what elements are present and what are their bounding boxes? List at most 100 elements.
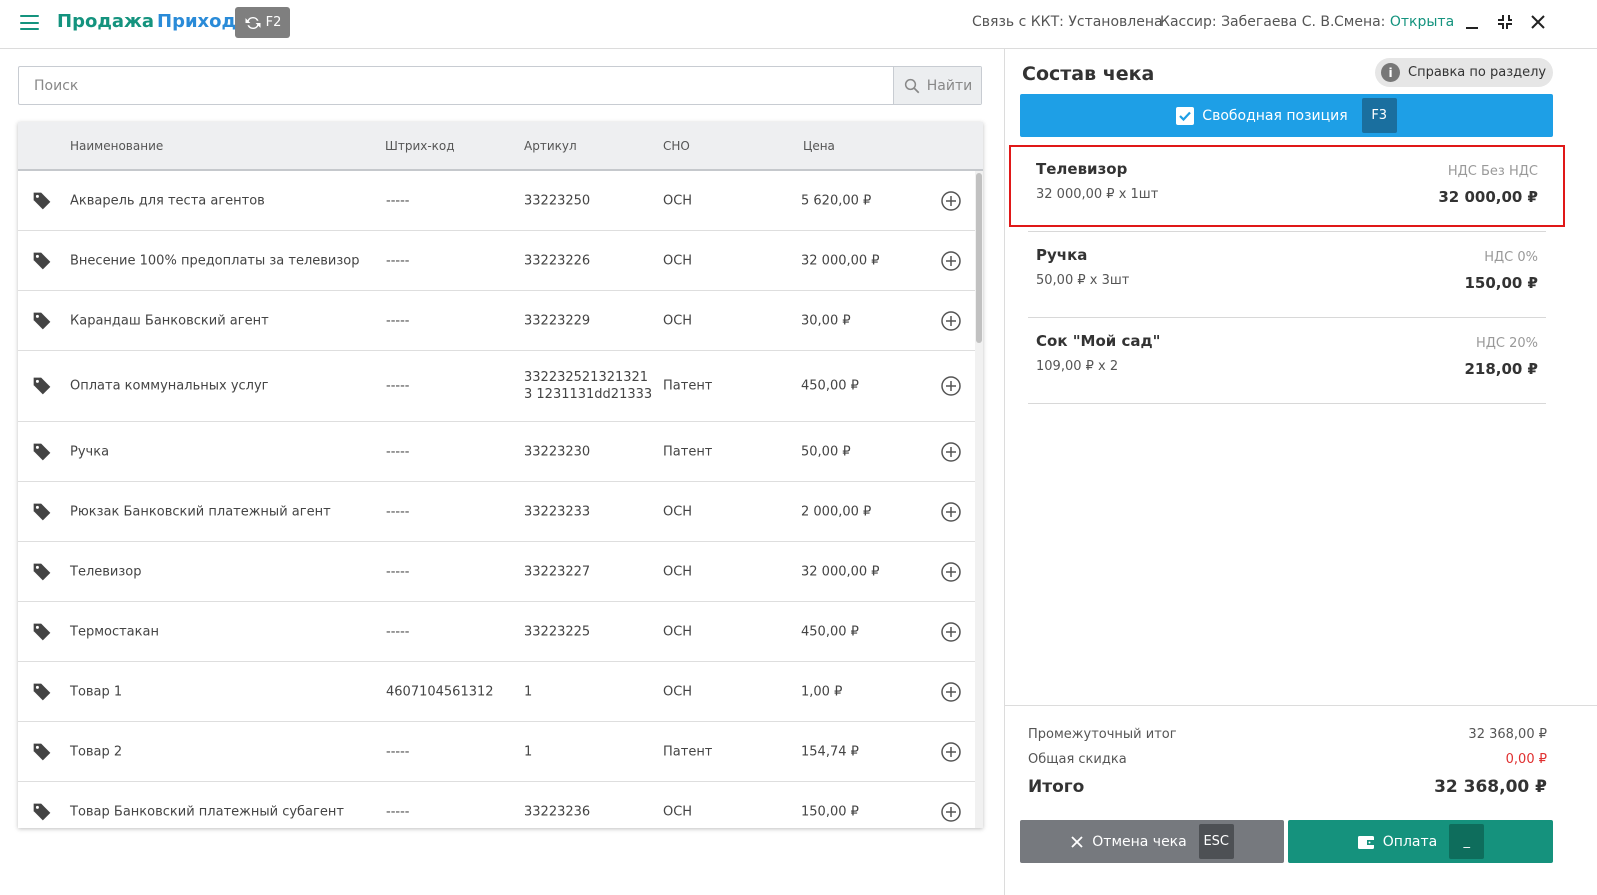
sync-key-label: F2 [265,15,282,30]
cell-article: 33223229 [524,313,591,328]
tag-icon [32,682,52,702]
column-header-article[interactable]: Артикул [524,139,577,153]
cell-barcode: ----- [386,253,410,268]
add-to-receipt-icon[interactable] [940,501,962,523]
receipt-item-name: Сок "Мой сад" [1036,332,1161,350]
receipt-totals: Промежуточный итог 32 368,00 ₽ Общая ски… [1005,705,1597,895]
cashier-name: Забегаева С. В. [1221,14,1335,30]
checkbox-icon [1176,106,1195,125]
cell-price: 450,00 ₽ [801,624,859,639]
cell-sno: ОСН [663,624,693,639]
cell-price: 50,00 ₽ [801,444,851,459]
table-row[interactable]: Телевизор ----- 33223227 ОСН 32 000,00 ₽ [18,542,976,602]
search-input[interactable] [19,67,895,104]
receipt-item-vat: НДС 0% [1484,250,1538,265]
exit-fullscreen-icon[interactable] [1494,11,1516,33]
add-to-receipt-icon[interactable] [940,681,962,703]
cell-name: Термостакан [70,624,159,639]
cell-name: Оплата коммунальных услуг [70,378,269,394]
search-button[interactable]: Найти [893,67,981,104]
cell-barcode: ----- [386,313,410,328]
cell-article: 33223225 [524,624,591,639]
kkt-value: Установлена [1068,14,1163,30]
column-header-name[interactable]: Наименование [70,139,163,153]
receipt-panel: Состав чека i Справка по разделу Свободн… [1004,49,1597,895]
cell-sno: ОСН [663,504,693,519]
table-row[interactable]: Рюкзак Банковский платежный агент ----- 33… [18,482,976,542]
receipt-item[interactable]: Ручка 50,00 ₽ x 3шт НДС 0% 150,00 ₽ [1028,232,1546,318]
cell-name: Акварель для теста агентов [70,193,265,208]
receipt-item[interactable]: Сок "Мой сад" 109,00 ₽ x 2 НДС 20% 218,0… [1028,318,1546,404]
table-row[interactable]: Карандаш Банковский агент ----- 33223229 ОС… [18,291,976,351]
table-row[interactable]: Акварель для теста агентов ----- 33223250 О… [18,171,976,231]
cell-article: 33223226 [524,253,591,268]
free-position-key: F3 [1361,98,1397,133]
add-to-receipt-icon[interactable] [940,621,962,643]
table-row[interactable]: Товар 1 4607104561312 1 ОСН 1,00 ₽ [18,662,976,722]
column-header-sno[interactable]: СНО [663,139,690,153]
sync-button[interactable]: F2 [235,7,290,38]
table-row[interactable]: Внесение 100% предоплаты за телевизор ---… [18,231,976,291]
receipt-item-vat: НДС 20% [1475,336,1538,351]
minimize-icon[interactable] [1461,11,1483,33]
cell-price: 30,00 ₽ [801,313,851,328]
add-to-receipt-icon[interactable] [940,441,962,463]
help-button[interactable]: i Справка по разделу [1375,58,1553,87]
cancel-key: ESC [1198,824,1234,859]
cell-sno: ОСН [663,253,693,268]
column-header-price[interactable]: Цена [803,139,835,153]
free-position-label: Свободная позиция [1202,107,1348,124]
cell-barcode: ----- [386,564,410,579]
table-row[interactable]: Оплата коммунальных услуг ----- 3322325213… [18,351,976,422]
add-to-receipt-icon[interactable] [940,310,962,332]
product-table: Наименование Штрих-код Артикул СНО Цена … [18,122,983,828]
mode-tab-income[interactable]: Приход [157,11,236,32]
mode-tab-sale[interactable]: Продажа [57,11,154,32]
close-icon[interactable] [1527,11,1549,33]
hamburger-menu-icon[interactable] [20,15,39,30]
tag-icon [32,502,52,522]
table-header: Наименование Штрих-код Артикул СНО Цена [18,122,983,171]
cell-article: 33223236 [524,804,591,819]
table-row[interactable]: Ручка ----- 33223230 Патент 50,00 ₽ [18,422,976,482]
cell-article: 1 [524,684,533,699]
table-row[interactable]: Товар 2 ----- 1 Патент 154,74 ₽ [18,722,976,782]
add-to-receipt-icon[interactable] [940,375,962,397]
tag-icon [32,376,52,396]
tag-icon [32,251,52,271]
cell-price: 154,74 ₽ [801,744,859,759]
cell-article: 33223250 [524,193,591,208]
add-to-receipt-icon[interactable] [940,190,962,212]
scrollbar-thumb[interactable] [976,173,982,343]
cell-price: 32 000,00 ₽ [801,564,880,579]
subtotal-label: Промежуточный итог [1028,727,1177,742]
pay-button[interactable]: Оплата _ [1288,820,1553,863]
cell-name: Телевизор [70,564,142,579]
table-row[interactable]: Термостакан ----- 33223225 ОСН 450,00 ₽ [18,602,976,662]
tag-icon [32,191,52,211]
cell-price: 150,00 ₽ [801,804,859,819]
shift-status: Открыта [1389,14,1455,30]
add-to-receipt-icon[interactable] [940,741,962,763]
cell-name: Ручка [70,444,110,459]
free-position-button[interactable]: Свободная позиция F3 [1020,94,1553,137]
add-to-receipt-icon[interactable] [940,250,962,272]
cell-article: 33223230 [524,444,591,459]
cell-price: 450,00 ₽ [801,378,859,394]
pay-key: _ [1449,824,1485,859]
table-row[interactable]: Товар Банковский платежный субагент -----… [18,782,976,828]
search-icon [904,78,920,93]
cell-price: 5 620,00 ₽ [801,193,872,208]
cell-barcode: ----- [386,804,410,819]
column-header-barcode[interactable]: Штрих-код [385,139,455,153]
cancel-receipt-button[interactable]: Отмена чека ESC [1020,820,1284,863]
cell-name: Рюкзак Банковский платежный агент [70,504,331,519]
add-to-receipt-icon[interactable] [940,561,962,583]
add-to-receipt-icon[interactable] [940,801,962,823]
table-scrollbar[interactable] [975,171,983,828]
cell-barcode: ----- [386,193,410,208]
cell-name: Товар Банковский платежный субагент [70,804,344,819]
cell-price: 1,00 ₽ [801,684,843,699]
shift-info: Смена: Открыта [1334,14,1454,30]
tag-icon [32,311,52,331]
